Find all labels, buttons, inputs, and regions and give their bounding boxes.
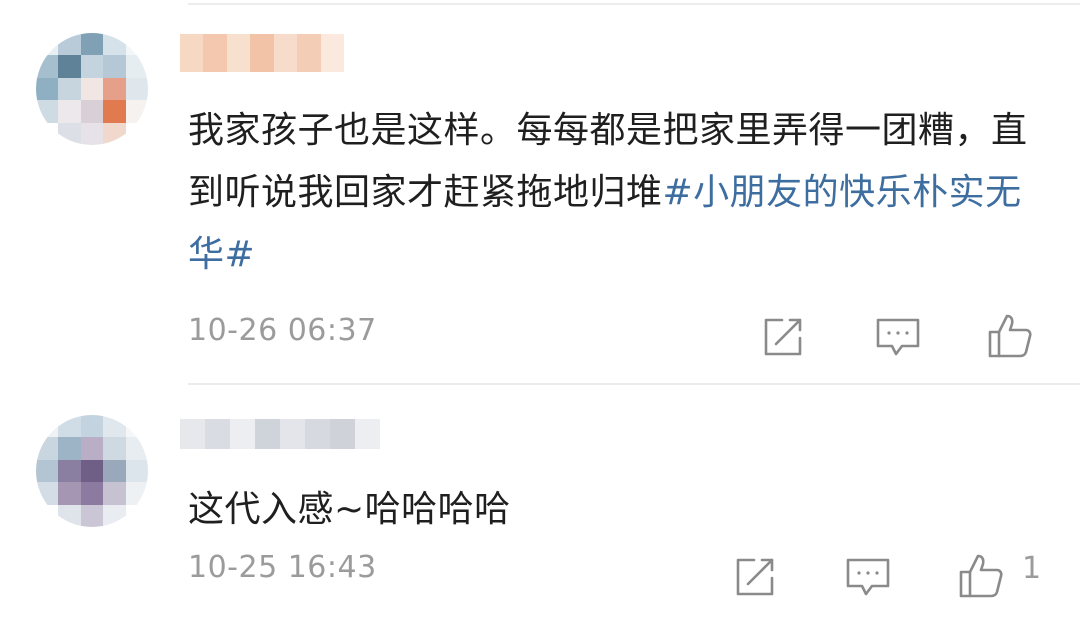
avatar-pixel xyxy=(125,122,148,145)
username-pixel xyxy=(305,419,330,449)
comment-button[interactable] xyxy=(844,552,892,600)
username-blurred[interactable] xyxy=(180,419,380,449)
avatar-pixel xyxy=(103,77,126,101)
avatar-pixel xyxy=(103,33,126,56)
avatar-pixel xyxy=(58,482,81,505)
username-pixel xyxy=(205,419,230,449)
avatar-pixel xyxy=(103,482,126,505)
avatar-pixel xyxy=(125,459,148,483)
avatar-pixel xyxy=(58,55,81,78)
like-icon xyxy=(959,554,1003,598)
like-button[interactable] xyxy=(957,552,1005,600)
repost-icon xyxy=(764,318,802,356)
avatar-pixel xyxy=(103,55,126,78)
comment-icon xyxy=(876,318,920,356)
comment-item: 这代入感~哈哈哈哈 10-25 16:43 1 xyxy=(0,385,1080,633)
avatar-pixel xyxy=(36,482,59,505)
avatar-pixel xyxy=(103,122,126,145)
avatar-pixel xyxy=(103,437,126,460)
avatar-pixel xyxy=(36,459,59,483)
avatar-pixel xyxy=(36,504,59,527)
repost-icon xyxy=(736,558,774,596)
username-pixel xyxy=(280,419,305,449)
avatar-pixel xyxy=(58,415,81,438)
avatar-pixel xyxy=(36,122,59,145)
username-pixel xyxy=(273,34,298,72)
avatar-pixel xyxy=(125,100,148,123)
username-pixel xyxy=(255,419,280,449)
avatar[interactable] xyxy=(36,415,148,527)
avatar-pixel xyxy=(80,77,104,101)
avatar-pixel xyxy=(58,100,81,123)
comment-timestamp: 10-25 16:43 xyxy=(188,550,377,585)
avatar-pixel xyxy=(80,459,104,483)
like-icon xyxy=(988,314,1032,358)
like-button[interactable] xyxy=(986,312,1034,360)
avatar-pixel xyxy=(103,459,126,483)
username-pixel xyxy=(330,419,355,449)
username-pixel xyxy=(226,34,251,72)
username-pixel xyxy=(320,34,344,72)
avatar-pixel xyxy=(36,55,59,78)
comment-timestamp: 10-26 06:37 xyxy=(188,313,377,348)
username-pixel xyxy=(180,419,205,449)
avatar-pixel xyxy=(125,77,148,101)
avatar-pixel xyxy=(125,415,148,438)
avatar-pixel xyxy=(80,33,104,56)
avatar-pixel xyxy=(80,482,104,505)
comment-item: 我家孩子也是这样。每每都是把家里弄得一团糟，直到听说我回家才赶紧拖地归堆#小朋友… xyxy=(0,0,1080,383)
avatar-pixel xyxy=(36,33,59,56)
avatar-pixel xyxy=(58,122,81,145)
avatar-pixel xyxy=(80,415,104,438)
avatar-pixel xyxy=(58,459,81,483)
avatar-pixel xyxy=(36,100,59,123)
avatar-pixel xyxy=(125,33,148,56)
avatar-pixel xyxy=(80,122,104,145)
username-pixel xyxy=(250,34,274,72)
avatar-pixel xyxy=(125,482,148,505)
comment-icon xyxy=(846,558,890,596)
avatar-pixel xyxy=(58,437,81,460)
repost-button[interactable] xyxy=(760,312,808,360)
avatar-pixel xyxy=(103,415,126,438)
avatar-pixel xyxy=(103,100,126,123)
avatar-pixel xyxy=(58,33,81,56)
avatar-pixel xyxy=(36,437,59,460)
avatar-pixel xyxy=(80,504,104,527)
avatar-pixel xyxy=(125,55,148,78)
avatar-pixel xyxy=(103,504,126,527)
username-pixel xyxy=(180,34,204,72)
avatar-pixel xyxy=(80,55,104,78)
avatar-pixel xyxy=(80,437,104,460)
username-blurred[interactable] xyxy=(180,34,344,72)
avatar-pixel xyxy=(36,77,59,101)
username-pixel xyxy=(230,419,255,449)
comment-text: 这代入感~哈哈哈哈 xyxy=(188,489,511,530)
username-pixel xyxy=(355,419,380,449)
username-pixel xyxy=(203,34,227,72)
repost-button[interactable] xyxy=(732,552,780,600)
avatar-pixel xyxy=(80,100,104,123)
avatar[interactable] xyxy=(36,33,148,145)
username-pixel xyxy=(297,34,321,72)
comment-button[interactable] xyxy=(874,312,922,360)
avatar-pixel xyxy=(125,437,148,460)
like-count: 1 xyxy=(1022,551,1042,586)
comment-text: 我家孩子也是这样。每每都是把家里弄得一团糟，直到听说我回家才赶紧拖地归堆#小朋友… xyxy=(188,100,1038,286)
avatar-pixel xyxy=(125,504,148,527)
avatar-pixel xyxy=(58,504,81,527)
avatar-pixel xyxy=(58,77,81,101)
avatar-pixel xyxy=(36,415,59,438)
